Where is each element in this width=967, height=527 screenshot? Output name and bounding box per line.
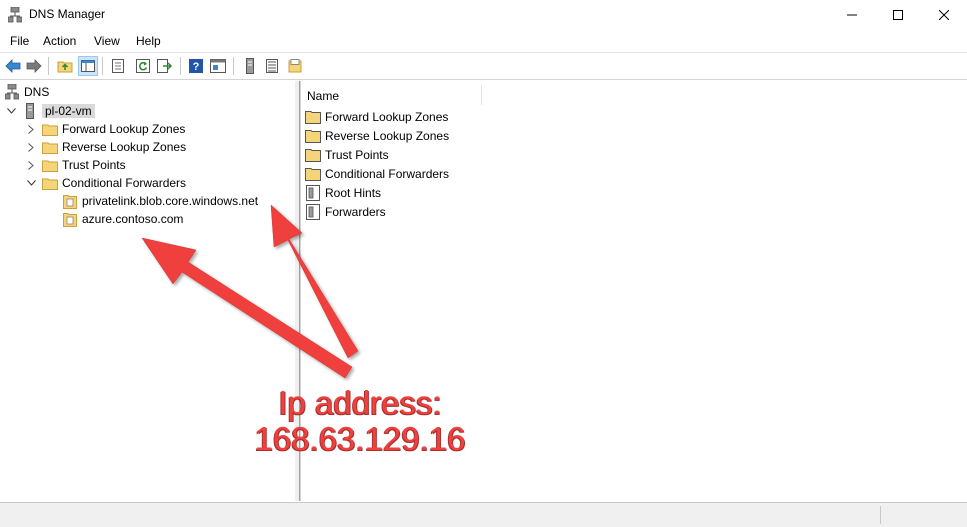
tree-item-forwarder[interactable]: privatelink.blob.core.windows.net: [62, 192, 258, 210]
folder-icon[interactable]: [285, 56, 305, 76]
list-item-label: Conditional Forwarders: [325, 167, 450, 181]
list-item-label: Forwarders: [325, 205, 386, 219]
list-item[interactable]: Forwarders: [305, 203, 386, 221]
console-icon[interactable]: [208, 56, 228, 76]
properties-icon[interactable]: [108, 56, 128, 76]
tree-label: DNS: [24, 85, 50, 99]
folder-icon: [305, 128, 321, 144]
forwarder-zone-icon: [62, 211, 78, 227]
maximize-button[interactable]: [875, 0, 921, 30]
folder-icon: [305, 166, 321, 182]
list-item-label: Root Hints: [325, 186, 382, 200]
ip-address-annotation: Ip address: 168.63.129.16: [230, 385, 490, 457]
list-item[interactable]: Root Hints: [305, 184, 381, 202]
chevron-right-icon[interactable]: [24, 158, 38, 172]
dns-app-icon: [7, 6, 23, 23]
folder-icon: [42, 121, 58, 137]
forwarder-zone-icon: [62, 193, 78, 209]
status-bar: [0, 502, 967, 527]
list-icon[interactable]: [262, 56, 282, 76]
folder-icon: [42, 139, 58, 155]
list-item[interactable]: Reverse Lookup Zones: [305, 127, 449, 145]
list-item-label: Reverse Lookup Zones: [325, 129, 450, 143]
back-icon[interactable]: [3, 56, 23, 76]
refresh-icon[interactable]: [133, 56, 153, 76]
folder-icon: [42, 175, 58, 191]
chevron-down-icon[interactable]: [4, 104, 18, 118]
tree-item-reverse-lookup-zones[interactable]: Reverse Lookup Zones: [24, 138, 186, 156]
toolbar: ?: [0, 53, 967, 80]
dns-tree-icon: [4, 84, 20, 100]
title-bar: DNS Manager: [0, 0, 967, 30]
export-list-icon[interactable]: [155, 56, 175, 76]
close-button[interactable]: [921, 0, 967, 30]
list-item[interactable]: Trust Points: [305, 146, 389, 164]
menu-view[interactable]: View: [92, 33, 122, 49]
show-hide-tree-icon[interactable]: [78, 56, 98, 76]
column-header-label: Name: [307, 89, 340, 103]
tree-label: Reverse Lookup Zones: [62, 140, 187, 154]
chevron-right-icon[interactable]: [24, 122, 38, 136]
menu-action[interactable]: Action: [41, 33, 78, 49]
svg-text:?: ?: [193, 61, 200, 73]
list-item[interactable]: Conditional Forwarders: [305, 165, 449, 183]
chevron-down-icon[interactable]: [24, 176, 38, 190]
chevron-right-icon[interactable]: [24, 140, 38, 154]
tree-root-dns[interactable]: DNS: [4, 83, 49, 101]
forward-icon[interactable]: [24, 56, 44, 76]
server-icon: [22, 103, 38, 119]
folder-icon: [305, 109, 321, 125]
list-item-label: Trust Points: [325, 148, 389, 162]
annotation-line-2: 168.63.129.16: [254, 420, 466, 457]
folder-icon: [42, 157, 58, 173]
tree-item-conditional-forwarders[interactable]: Conditional Forwarders: [24, 174, 186, 192]
tree-label: Forward Lookup Zones: [62, 122, 186, 136]
list-item-label: Forward Lookup Zones: [325, 110, 449, 124]
server-icon[interactable]: [240, 56, 260, 76]
tree-item-forwarder[interactable]: azure.contoso.com: [62, 210, 183, 228]
forwarders-icon: [305, 204, 321, 220]
folder-icon: [305, 147, 321, 163]
column-header-name[interactable]: Name: [301, 85, 482, 105]
menu-help[interactable]: Help: [134, 33, 163, 49]
annotation-line-1: Ip address:: [278, 384, 442, 421]
tree-label: pl-02-vm: [42, 104, 95, 118]
menu-file[interactable]: File: [8, 33, 31, 49]
help-icon[interactable]: ?: [186, 56, 206, 76]
minimize-button[interactable]: [829, 0, 875, 30]
tree-item-trust-points[interactable]: Trust Points: [24, 156, 126, 174]
list-item[interactable]: Forward Lookup Zones: [305, 108, 448, 126]
tree-label: azure.contoso.com: [82, 212, 184, 226]
tree-item-forward-lookup-zones[interactable]: Forward Lookup Zones: [24, 120, 185, 138]
tree-label: privatelink.blob.core.windows.net: [82, 194, 259, 208]
up-folder-icon[interactable]: [55, 56, 75, 76]
status-segment: [880, 506, 967, 524]
window-title: DNS Manager: [29, 7, 106, 21]
tree-label: Conditional Forwarders: [62, 176, 187, 190]
menu-bar: File Action View Help: [0, 30, 967, 53]
tree-label: Trust Points: [62, 158, 126, 172]
root-hints-icon: [305, 185, 321, 201]
tree-server-node[interactable]: pl-02-vm: [4, 102, 95, 120]
